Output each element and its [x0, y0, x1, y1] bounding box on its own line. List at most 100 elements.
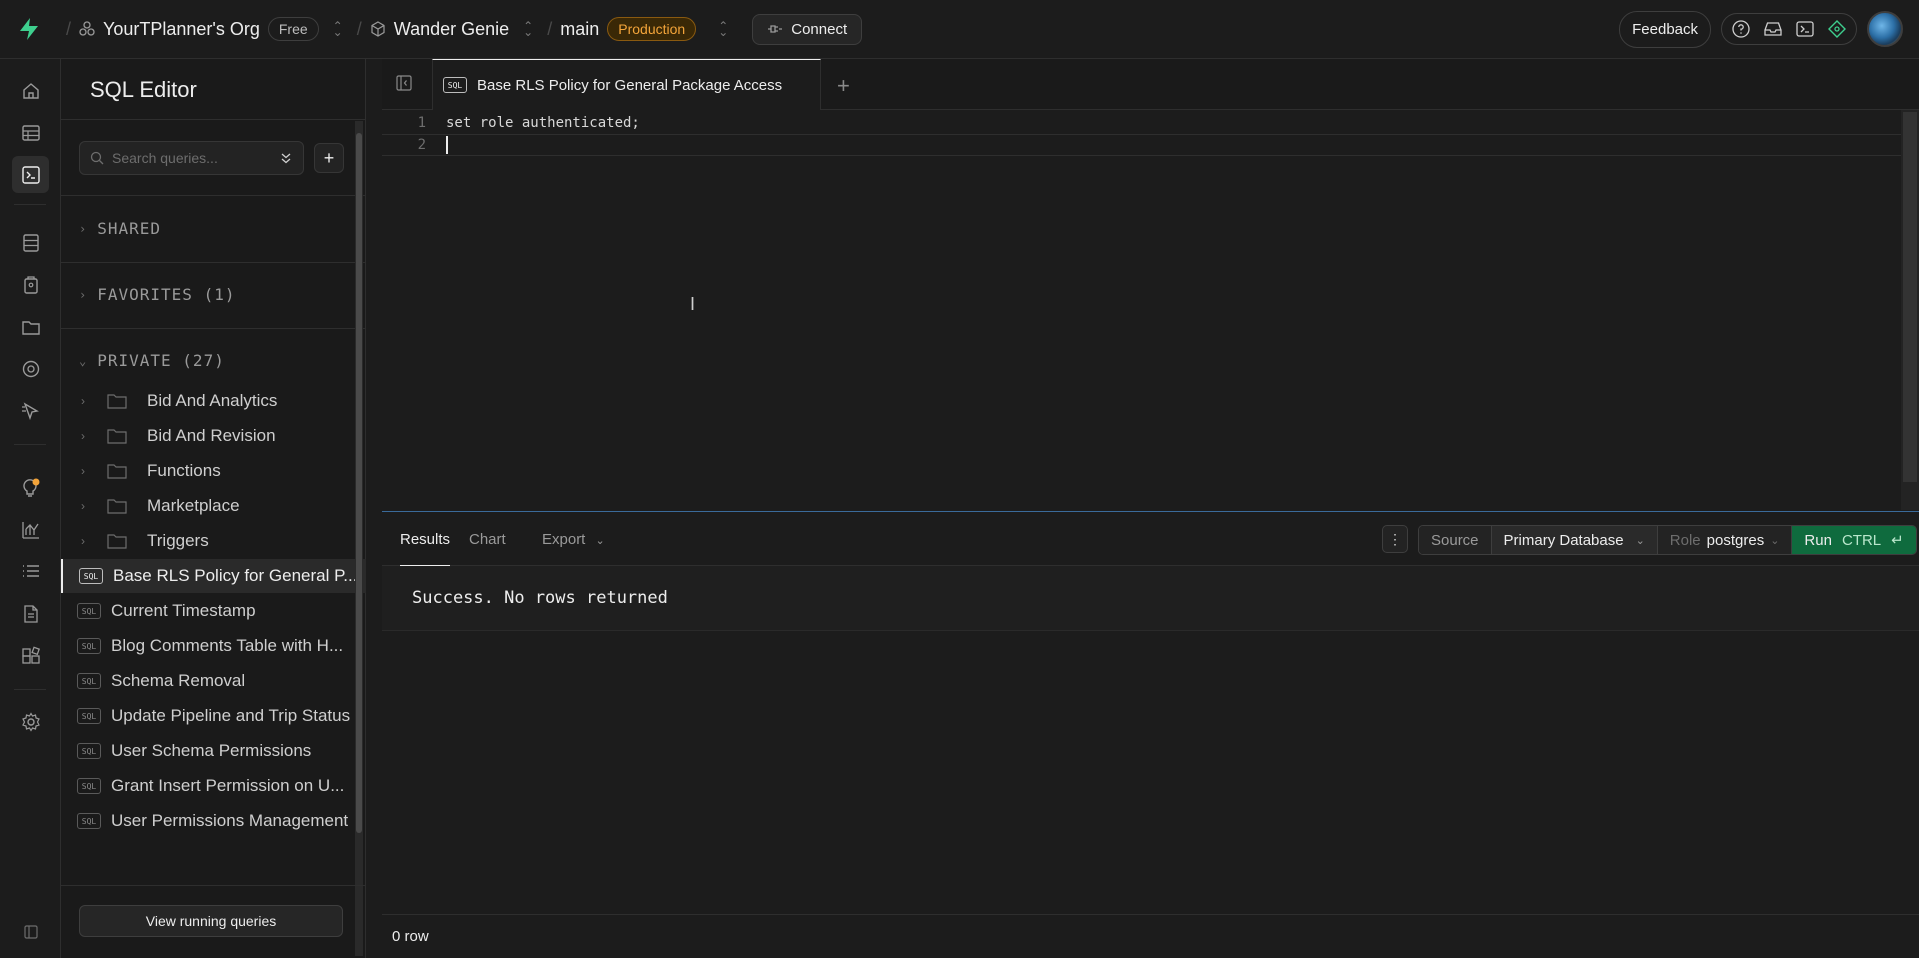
- tab-results[interactable]: Results: [400, 531, 450, 548]
- home-icon[interactable]: [12, 72, 49, 109]
- new-tab-button[interactable]: +: [837, 73, 850, 99]
- ibeam-cursor-icon: I: [690, 294, 696, 314]
- results-footer: 0 row: [382, 914, 1919, 958]
- help-icon[interactable]: [1732, 20, 1750, 38]
- view-running-queries-button[interactable]: View running queries: [79, 905, 343, 937]
- chevron-right-icon: ›: [81, 394, 85, 408]
- code-editor[interactable]: 1 set role authenticated; 2 I: [382, 110, 1919, 510]
- folder-icon: [107, 498, 147, 514]
- sql-file-icon: SQL: [77, 638, 101, 654]
- settings-gear-icon[interactable]: [12, 703, 49, 740]
- database-icon[interactable]: [12, 224, 49, 261]
- scrollbar-thumb[interactable]: [356, 133, 362, 833]
- user-avatar[interactable]: [1867, 11, 1903, 47]
- tab-active-query[interactable]: SQL Base RLS Policy for General Package …: [432, 59, 821, 110]
- chevron-up-down-icon: ⌃ ⌄: [332, 19, 343, 39]
- section-private[interactable]: ⌄ PRIVATE (27): [79, 351, 225, 370]
- query-label: Base RLS Policy for General P...: [113, 566, 358, 585]
- toggle-panel-icon[interactable]: [396, 75, 412, 96]
- sql-file-icon: SQL: [77, 813, 101, 829]
- query-label: Blog Comments Table with H...: [111, 636, 344, 655]
- collapse-sidebar-icon[interactable]: [12, 913, 49, 950]
- query-item[interactable]: SQL User Permissions Management: [61, 804, 366, 838]
- logs-icon[interactable]: [12, 553, 49, 590]
- sidebar-scrollbar[interactable]: [355, 121, 363, 956]
- divider: [14, 689, 46, 690]
- more-options-icon[interactable]: ⋮: [1382, 525, 1408, 553]
- code-line[interactable]: 1 set role authenticated;: [382, 112, 1902, 134]
- supabase-logo-icon[interactable]: [0, 0, 58, 59]
- chevron-down-icon: ⌄: [1770, 534, 1780, 547]
- storage-icon[interactable]: [12, 308, 49, 345]
- tab-chart[interactable]: Chart: [469, 531, 506, 548]
- auth-icon[interactable]: [12, 266, 49, 303]
- query-item[interactable]: SQL Schema Removal: [61, 664, 366, 698]
- sql-file-icon: SQL: [77, 603, 101, 619]
- connect-button[interactable]: Connect: [752, 13, 863, 45]
- edge-functions-icon[interactable]: [12, 392, 49, 429]
- divider: [61, 328, 366, 329]
- editor-scrollbar[interactable]: [1901, 110, 1919, 510]
- query-item[interactable]: SQL Update Pipeline and Trip Status: [61, 699, 366, 733]
- source-value: Primary Database: [1503, 531, 1624, 549]
- divider: [61, 262, 366, 263]
- advisors-icon[interactable]: [12, 469, 49, 506]
- search-icon: [90, 151, 104, 165]
- folder-icon: [107, 428, 147, 444]
- new-query-button[interactable]: +: [314, 143, 344, 173]
- text-cursor: [446, 136, 448, 154]
- query-item[interactable]: SQL Grant Insert Permission on U...: [61, 769, 366, 803]
- query-label: User Schema Permissions: [111, 741, 312, 760]
- table-editor-icon[interactable]: [12, 114, 49, 151]
- code-line-current[interactable]: 2: [382, 134, 1902, 156]
- sql-editor-icon[interactable]: [12, 156, 49, 193]
- org-selector[interactable]: YourTPlanner's Org Free ⌃ ⌄: [79, 17, 343, 41]
- result-message: Success. No rows returned: [412, 588, 668, 608]
- feedback-button[interactable]: Feedback: [1619, 10, 1711, 48]
- divider: [14, 444, 46, 445]
- filter-chevrons-icon[interactable]: [280, 151, 292, 165]
- folder-label: Marketplace: [147, 496, 240, 515]
- query-item-active[interactable]: SQL Base RLS Policy for General P...: [61, 559, 366, 593]
- api-docs-icon[interactable]: [12, 595, 49, 632]
- export-label: Export: [542, 531, 586, 548]
- run-shortcut: CTRL: [1841, 531, 1882, 549]
- line-number: 2: [417, 137, 426, 153]
- scrollbar-thumb[interactable]: [1903, 112, 1917, 482]
- reports-icon[interactable]: [12, 511, 49, 548]
- search-box[interactable]: [79, 141, 304, 175]
- search-input[interactable]: [112, 150, 272, 166]
- branch-selector[interactable]: main Production ⌃ ⌄: [560, 17, 728, 41]
- separator: /: [66, 18, 72, 39]
- folder-item[interactable]: › Bid And Revision: [81, 419, 361, 453]
- realtime-icon[interactable]: [12, 350, 49, 387]
- query-item[interactable]: SQL Current Timestamp: [61, 594, 366, 628]
- folder-item[interactable]: › Marketplace: [81, 489, 361, 523]
- terminal-icon[interactable]: [1796, 21, 1814, 37]
- section-shared[interactable]: › SHARED: [79, 219, 161, 238]
- editor-tabs: SQL Base RLS Policy for General Package …: [382, 59, 1919, 110]
- folder-item[interactable]: › Bid And Analytics: [81, 384, 361, 418]
- folder-item[interactable]: › Triggers: [81, 524, 361, 558]
- project-selector[interactable]: Wander Genie ⌃ ⌄: [370, 19, 533, 40]
- source-select[interactable]: Primary Database ⌄: [1491, 526, 1658, 554]
- separator: /: [547, 18, 553, 39]
- query-item[interactable]: SQL Blog Comments Table with H...: [61, 629, 366, 663]
- tab-export[interactable]: Export ⌄: [542, 531, 605, 548]
- role-select[interactable]: Role postgres ⌄: [1657, 526, 1793, 554]
- integrations-icon[interactable]: [12, 637, 49, 674]
- code-text: set role authenticated;: [446, 115, 640, 131]
- query-item[interactable]: SQL User Schema Permissions: [61, 734, 366, 768]
- section-favorites[interactable]: › FAVORITES (1): [79, 285, 235, 304]
- chevron-right-icon: ›: [81, 429, 85, 443]
- nav-rail: [0, 59, 61, 958]
- inbox-icon[interactable]: [1764, 21, 1782, 37]
- query-label: Grant Insert Permission on U...: [111, 776, 345, 795]
- run-button[interactable]: Run CTRL ↵: [1792, 526, 1916, 554]
- plan-badge: Free: [267, 17, 319, 41]
- section-label: SHARED: [97, 219, 162, 238]
- folder-item[interactable]: › Functions: [81, 454, 361, 488]
- topbar-icon-group: [1721, 13, 1857, 45]
- role-label: Role: [1669, 531, 1701, 549]
- assistant-icon[interactable]: [1828, 20, 1846, 38]
